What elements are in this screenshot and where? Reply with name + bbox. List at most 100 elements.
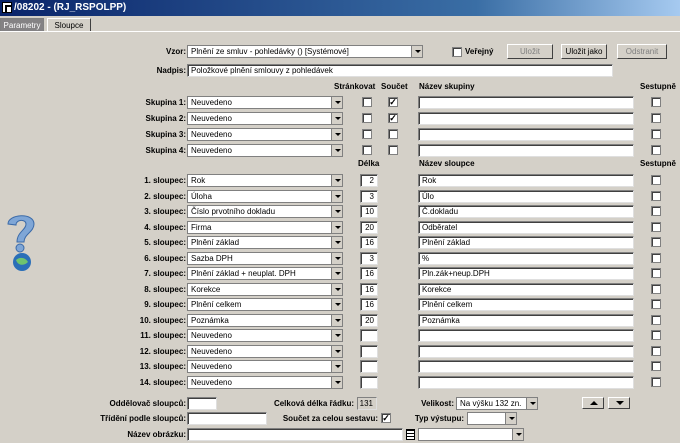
column-select[interactable]: Číslo prvotního dokladu xyxy=(187,205,343,218)
column-length-input[interactable]: 20 xyxy=(360,220,378,234)
column-select[interactable]: Neuvedeno xyxy=(187,329,343,342)
obrazek-select[interactable] xyxy=(418,428,524,441)
save-button[interactable]: Uložit xyxy=(507,44,553,59)
column-descending-checkbox[interactable] xyxy=(651,314,661,325)
column-name-input[interactable]: Plnění základ xyxy=(418,236,634,249)
chevron-down-icon[interactable] xyxy=(526,398,537,409)
verejny-checkbox[interactable] xyxy=(452,47,462,57)
strankovat-checkbox[interactable] xyxy=(362,145,372,155)
column-name-input[interactable] xyxy=(418,375,634,389)
column-name-input[interactable]: Poznámka xyxy=(418,313,634,327)
column-name-input[interactable]: Plnění celkem xyxy=(418,298,634,311)
nazev-obrazku-input[interactable] xyxy=(187,428,403,441)
chevron-down-icon[interactable] xyxy=(331,145,342,156)
column-descending-checkbox[interactable] xyxy=(651,252,661,263)
column-select[interactable]: Neuvedeno xyxy=(187,344,343,358)
column-name-input[interactable]: Korekce xyxy=(418,282,634,296)
group-select[interactable]: Neuvedeno xyxy=(187,112,343,125)
column-descending-checkbox[interactable] xyxy=(651,283,661,294)
column-descending-checkbox[interactable] xyxy=(651,221,661,232)
column-select[interactable]: Firma xyxy=(187,220,343,234)
column-select[interactable]: Úloha xyxy=(187,189,343,203)
group-descending-checkbox[interactable] xyxy=(651,129,661,139)
strankovat-checkbox[interactable] xyxy=(362,97,372,107)
column-length-input[interactable]: 3 xyxy=(360,189,378,203)
chevron-down-icon[interactable] xyxy=(411,46,422,57)
column-name-input[interactable] xyxy=(418,360,634,373)
group-select[interactable]: Neuvedeno xyxy=(187,96,343,109)
tab-parametry[interactable]: Parametry xyxy=(0,18,44,32)
column-length-input[interactable]: 16 xyxy=(360,236,378,249)
column-select[interactable]: Neuvedeno xyxy=(187,375,343,389)
column-name-input[interactable]: Odběratel xyxy=(418,220,634,234)
column-name-input[interactable] xyxy=(418,329,634,342)
column-name-input[interactable]: % xyxy=(418,251,634,265)
group-name-input[interactable] xyxy=(418,96,634,109)
column-length-input[interactable]: 16 xyxy=(360,267,378,280)
list-icon[interactable] xyxy=(406,429,415,440)
column-descending-checkbox[interactable] xyxy=(651,376,661,387)
chevron-down-icon[interactable] xyxy=(331,283,342,295)
chevron-down-icon[interactable] xyxy=(331,113,342,124)
tab-sloupce[interactable]: Sloupce xyxy=(47,18,91,32)
column-select[interactable]: Plnění základ xyxy=(187,236,343,249)
chevron-down-icon[interactable] xyxy=(331,221,342,233)
help-icon[interactable] xyxy=(4,210,40,272)
chevron-down-icon[interactable] xyxy=(331,97,342,108)
strankovat-checkbox[interactable] xyxy=(362,113,372,123)
group-descending-checkbox[interactable] xyxy=(651,113,661,123)
group-select[interactable]: Neuvedeno xyxy=(187,128,343,141)
column-name-input[interactable]: Rok xyxy=(418,174,634,187)
oddelovac-input[interactable] xyxy=(187,397,217,410)
soucet-checkbox[interactable]: ✓ xyxy=(388,97,398,107)
chevron-down-icon[interactable] xyxy=(331,376,342,388)
group-name-input[interactable] xyxy=(418,112,634,125)
app-icon[interactable] xyxy=(2,2,12,13)
soucet-checkbox[interactable] xyxy=(388,129,398,139)
column-length-input[interactable]: 2 xyxy=(360,174,378,187)
column-select[interactable]: Poznámka xyxy=(187,313,343,327)
column-length-input[interactable] xyxy=(360,360,378,373)
column-select[interactable]: Rok xyxy=(187,174,343,187)
column-name-input[interactable]: Č.dokladu xyxy=(418,205,634,218)
column-select[interactable]: Korekce xyxy=(187,282,343,296)
group-descending-checkbox[interactable] xyxy=(651,97,661,107)
column-descending-checkbox[interactable] xyxy=(651,206,661,216)
column-length-input[interactable]: 10 xyxy=(360,205,378,218)
nadpis-input[interactable]: Položkové plnění smlouvy z pohledávek xyxy=(187,64,613,77)
chevron-down-icon[interactable] xyxy=(331,129,342,140)
column-descending-checkbox[interactable] xyxy=(651,237,661,247)
column-descending-checkbox[interactable] xyxy=(651,361,661,371)
group-name-input[interactable] xyxy=(418,144,634,157)
column-length-input[interactable] xyxy=(360,375,378,389)
trideni-input[interactable] xyxy=(187,412,267,425)
column-length-input[interactable]: 16 xyxy=(360,298,378,311)
column-descending-checkbox[interactable] xyxy=(651,330,661,340)
soucet-sestavy-checkbox[interactable]: ✓ xyxy=(381,413,391,423)
chevron-down-icon[interactable] xyxy=(331,361,342,372)
typ-vystupu-select[interactable] xyxy=(467,412,517,425)
column-select[interactable]: Plnění základ + neuplat. DPH xyxy=(187,267,343,280)
column-select[interactable]: Sazba DPH xyxy=(187,251,343,265)
column-descending-checkbox[interactable] xyxy=(651,268,661,278)
column-select[interactable]: Plnění celkem xyxy=(187,298,343,311)
chevron-down-icon[interactable] xyxy=(331,345,342,357)
group-name-input[interactable] xyxy=(418,128,634,141)
soucet-checkbox[interactable]: ✓ xyxy=(388,113,398,123)
column-length-input[interactable] xyxy=(360,329,378,342)
column-descending-checkbox[interactable] xyxy=(651,345,661,356)
column-select[interactable]: Neuvedeno xyxy=(187,360,343,373)
group-select[interactable]: Neuvedeno xyxy=(187,144,343,157)
column-name-input[interactable]: Úlo xyxy=(418,189,634,203)
delete-button[interactable]: Odstranit xyxy=(617,44,667,59)
column-name-input[interactable]: Pln.zák+neup.DPH xyxy=(418,267,634,280)
column-descending-checkbox[interactable] xyxy=(651,175,661,185)
strankovat-checkbox[interactable] xyxy=(362,129,372,139)
chevron-down-icon[interactable] xyxy=(331,175,342,186)
column-name-input[interactable] xyxy=(418,344,634,358)
chevron-down-icon[interactable] xyxy=(331,299,342,310)
chevron-down-icon[interactable] xyxy=(331,268,342,279)
velikost-select[interactable]: Na výšku 132 zn. xyxy=(456,397,538,410)
column-length-input[interactable]: 3 xyxy=(360,251,378,265)
save-as-button[interactable]: Uložit jako xyxy=(561,44,607,59)
